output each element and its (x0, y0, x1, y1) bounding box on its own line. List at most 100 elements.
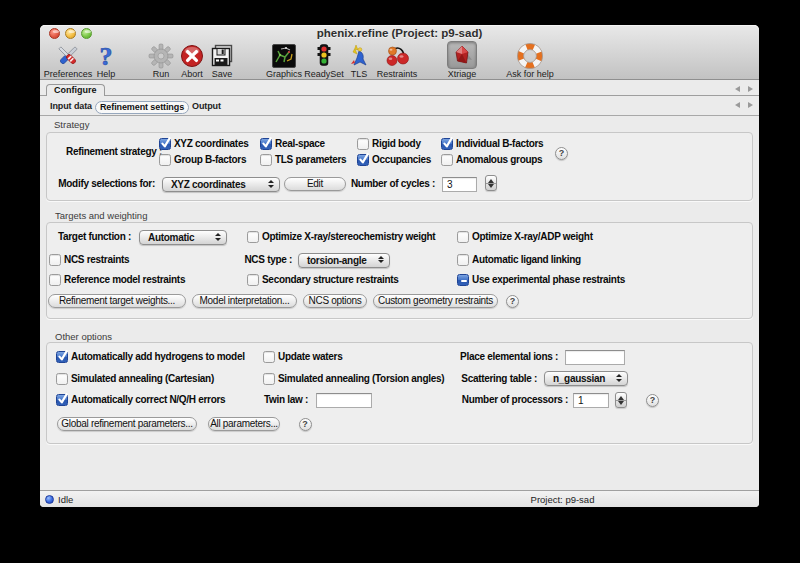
target-function-label: Target function : (40, 231, 131, 243)
place-elemental-ions-field[interactable] (565, 350, 625, 365)
dropdown-value: torsion-angle (307, 254, 366, 267)
checkbox-tls-parameters[interactable] (260, 154, 272, 166)
askhelp-icon (517, 43, 543, 69)
status-bar: Idle Project: p9-sad (40, 490, 759, 507)
checkbox-simulated-annealing-cartesian[interactable] (56, 373, 68, 385)
tab-output[interactable]: Output (192, 100, 221, 113)
checkbox-rigid-body[interactable] (357, 138, 369, 150)
checkbox-label-rigid-body: Rigid body (372, 138, 421, 150)
checkbox-label-reference-model-restraints: Reference model restraints (64, 274, 185, 286)
button-model-interpretation[interactable]: Model interpretation... (192, 294, 297, 308)
checkbox-label-automatically-correct-n-q-h-errors: Automatically correct N/Q/H errors (71, 394, 225, 406)
dropdown-value: XYZ coordinates (171, 178, 245, 191)
checkbox-automatically-add-hydrogens[interactable] (56, 351, 68, 363)
dropdown-value: Automatic (148, 231, 194, 244)
checkbox-label-ncs-restraints: NCS restraints (64, 254, 129, 266)
dropdown-automatic[interactable]: Automatic (139, 230, 227, 245)
checkbox-label-group-b-factors: Group B-factors (174, 154, 246, 166)
group-label: Targets and weighting (55, 211, 147, 221)
checkbox-occupancies[interactable] (357, 154, 369, 166)
twin-law-field[interactable] (316, 393, 372, 408)
button-custom-geometry-restraints[interactable]: Custom geometry restraints (373, 294, 498, 308)
status-text: Idle (58, 494, 73, 505)
checkbox-label-occupancies: Occupancies (372, 154, 431, 166)
subtab-scroll-right-icon[interactable] (748, 102, 753, 108)
refinement-strategy-label: Refinement strategy : (40, 146, 162, 158)
checkbox-label-individual-b-factors: Individual B-factors (456, 138, 543, 150)
tab-configure[interactable]: Configure (46, 84, 105, 96)
checkbox-label-simulated-annealing-cartesian: Simulated annealing (Cartesian) (71, 373, 214, 385)
tab-scroll-right-icon[interactable] (748, 86, 753, 92)
tab-input-data[interactable]: Input data (50, 100, 92, 113)
status-project: Project: p9-sad (470, 494, 655, 505)
button-refinement-target-weights[interactable]: Refinement target weights... (48, 294, 186, 308)
scattering-table-label: Scattering table : (420, 373, 537, 385)
checkbox-ncs-restraints[interactable] (49, 254, 61, 266)
group-label: Other options (55, 332, 112, 342)
dropdown-arrows-icon (215, 233, 221, 241)
dropdown-xyz-coordinates[interactable]: XYZ coordinates (162, 177, 280, 192)
button-all-parameters[interactable]: All parameters... (208, 417, 280, 431)
twin-law-label: Twin law : (240, 394, 308, 406)
window-title: phenix.refine (Project: p9-sad) (40, 26, 759, 41)
targets-help-button[interactable]: ? (506, 295, 519, 308)
checkbox-individual-b-factors[interactable] (441, 138, 453, 150)
processors-stepper[interactable] (615, 392, 627, 408)
checkbox-real-space[interactable] (260, 138, 272, 150)
dropdown-value: n_gaussian (553, 372, 605, 385)
checkbox-simulated-annealing-torsion[interactable] (263, 373, 275, 385)
number-of-cycles-label: Number of cycles : (290, 178, 435, 190)
checkbox-update-waters[interactable] (263, 351, 275, 363)
checkbox-label-optimize-x-ray-stereochemistry-weight: Optimize X-ray/stereochemistry weight (262, 231, 435, 243)
dropdown-arrows-icon (268, 180, 274, 188)
toolbar-item-label: Ask for help (475, 69, 585, 79)
checkbox-label-update-waters: Update waters (278, 351, 342, 363)
checkbox-automatically-correct-nqh[interactable] (56, 394, 68, 406)
checkbox-group-b-factors[interactable] (159, 154, 171, 166)
checkbox-label-use-experimental-phase-restraints: Use experimental phase restraints (472, 274, 625, 286)
checkbox-use-experimental-phase-restraints[interactable] (457, 274, 469, 286)
screen-background: phenix.refine (Project: p9-sad) Preferen… (0, 0, 800, 563)
xtriage-icon (449, 43, 475, 69)
checkbox-reference-model-restraints[interactable] (49, 274, 61, 286)
configure-tab-row (40, 80, 759, 96)
strategy-help-button[interactable]: ? (555, 147, 568, 160)
app-window: phenix.refine (Project: p9-sad) Preferen… (40, 25, 759, 507)
checkbox-optimize-xray-stereochemistry-weight[interactable] (247, 231, 259, 243)
ncs-type-label: NCS type : (190, 254, 292, 266)
checkbox-label-automatically-add-hydrogens-to-model: Automatically add hydrogens to model (71, 351, 245, 363)
dropdown-torsion-angle[interactable]: torsion-angle (298, 253, 390, 268)
processors-help-button[interactable]: ? (646, 394, 659, 407)
checkbox-label-anomalous-groups: Anomalous groups (456, 154, 542, 166)
checkbox-secondary-structure-restraints[interactable] (247, 274, 259, 286)
checkbox-automatic-ligand-linking[interactable] (457, 254, 469, 266)
dropdown-arrows-icon (616, 374, 622, 382)
checkbox-label-real-space: Real-space (275, 138, 325, 150)
dropdown-n-gaussian[interactable]: n_gaussian (544, 371, 628, 386)
cycles-stepper[interactable] (485, 175, 497, 191)
checkbox-optimize-xray-adp-weight[interactable] (457, 231, 469, 243)
checkbox-label-secondary-structure-restraints: Secondary structure restraints (262, 274, 399, 286)
status-indicator-icon (45, 495, 54, 504)
processors-field[interactable]: 1 (573, 393, 609, 408)
tab-refinement-settings[interactable]: Refinement settings (95, 101, 189, 114)
subtab-scroll-left-icon[interactable] (735, 102, 740, 108)
button-global-refinement-parameters[interactable]: Global refinement parameters... (57, 417, 197, 431)
checkbox-label-automatic-ligand-linking: Automatic ligand linking (472, 254, 581, 266)
subtab-row: Input data Refinement settings Output (40, 96, 759, 116)
tab-scroll-left-icon[interactable] (735, 86, 740, 92)
checkbox-anomalous-groups[interactable] (441, 154, 453, 166)
checkbox-label-tls-parameters: TLS parameters (275, 154, 346, 166)
checkbox-xyz-coordinates[interactable] (159, 138, 171, 150)
window-chrome: phenix.refine (Project: p9-sad) Preferen… (40, 25, 759, 80)
checkbox-label-optimize-x-ray-adp-weight: Optimize X-ray/ADP weight (472, 231, 593, 243)
group-label: Strategy (54, 120, 89, 130)
cycles-field[interactable]: 3 (442, 177, 477, 192)
number-of-processors-label: Number of processors : (440, 394, 568, 406)
place-elemental-ions-label: Place elemental ions : (440, 351, 558, 363)
modify-selections-for-label: Modify selections for: (40, 178, 155, 190)
other-help-button[interactable]: ? (299, 418, 312, 431)
button-ncs-options[interactable]: NCS options (303, 294, 367, 308)
toolbar-item-askhelp[interactable]: Ask for help (475, 43, 585, 79)
checkbox-label-xyz-coordinates: XYZ coordinates (174, 138, 248, 150)
